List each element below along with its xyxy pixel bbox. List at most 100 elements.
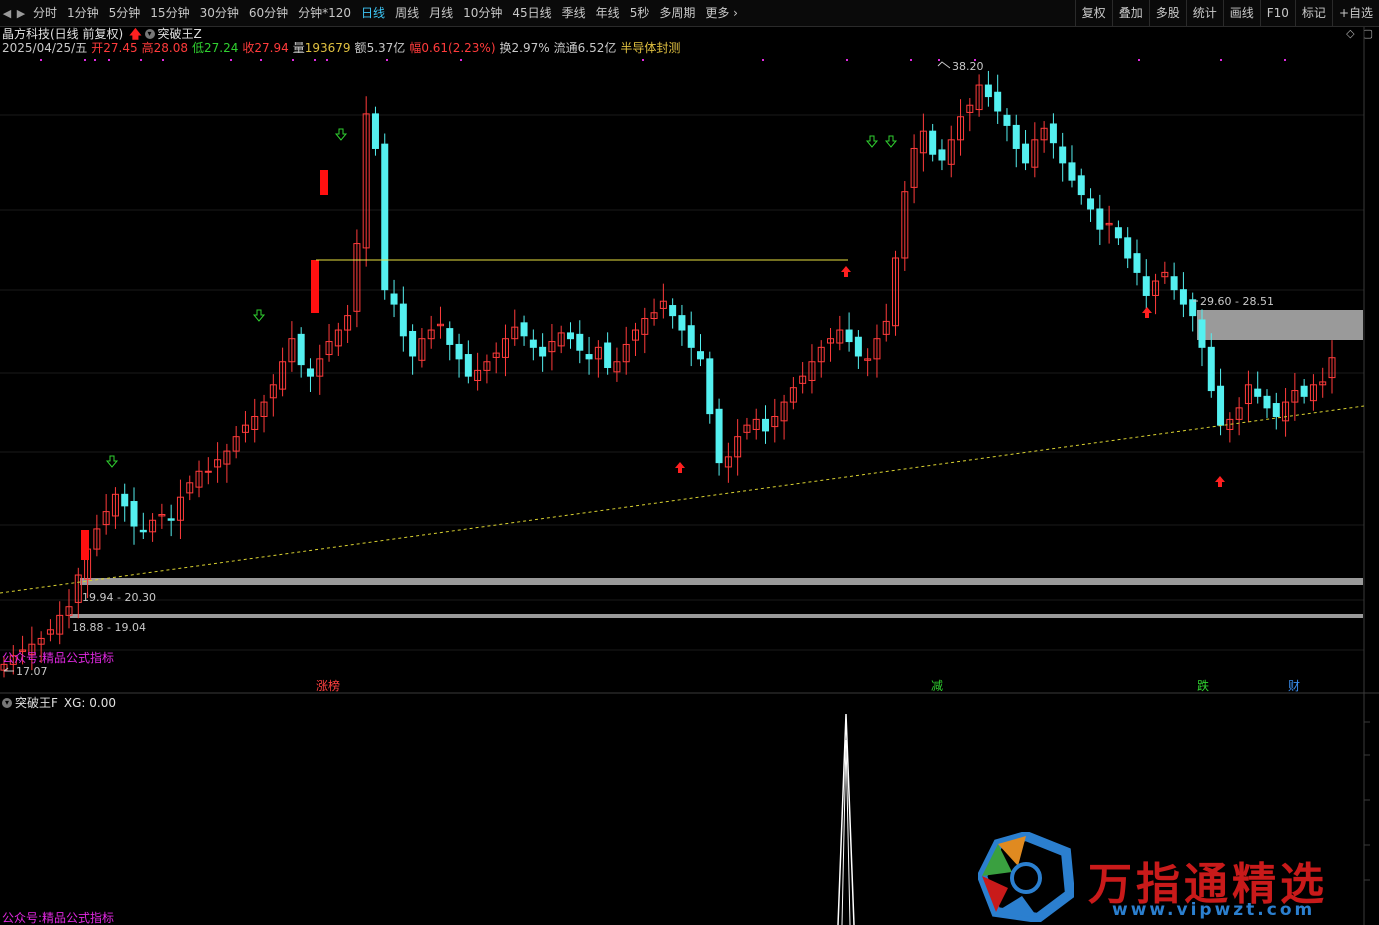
candle xyxy=(1087,188,1095,222)
sub-indicator-name[interactable]: 突破王F xyxy=(15,696,58,710)
trend-line xyxy=(0,405,1365,594)
candle-body xyxy=(845,329,853,343)
candle-body xyxy=(139,529,147,533)
signal-dot xyxy=(230,59,232,61)
candle xyxy=(455,333,463,378)
candle xyxy=(223,443,231,483)
candle-body xyxy=(1300,385,1308,397)
candle xyxy=(74,567,82,619)
candle xyxy=(752,408,760,440)
candle xyxy=(371,106,379,156)
candle-body xyxy=(1217,385,1225,426)
candle xyxy=(251,398,259,443)
candle xyxy=(56,601,64,645)
candle-body xyxy=(297,333,305,366)
candle xyxy=(641,307,649,354)
candle xyxy=(520,315,528,346)
main-watermark-text: 公众号:精品公式指标 xyxy=(2,650,114,665)
candle xyxy=(334,322,342,356)
candle-body xyxy=(539,346,547,357)
candle xyxy=(659,283,667,319)
candle-body xyxy=(455,343,463,360)
candle-body xyxy=(1003,114,1011,126)
candle xyxy=(1254,371,1262,404)
candle-body xyxy=(687,325,695,348)
buy-arrow-icon xyxy=(1142,307,1152,318)
candle xyxy=(1235,397,1243,436)
event-marker[interactable]: 减 xyxy=(931,679,943,693)
candle xyxy=(1142,259,1150,312)
signal-dot xyxy=(910,59,912,61)
signal-dot xyxy=(292,59,294,61)
sell-arrow-icon xyxy=(865,135,879,148)
candle xyxy=(1309,374,1317,411)
candle xyxy=(762,405,770,444)
candle-body xyxy=(669,305,677,317)
candle-body xyxy=(167,518,175,521)
candle xyxy=(1096,194,1104,246)
candle xyxy=(427,315,435,349)
candle xyxy=(566,322,574,349)
candle xyxy=(288,321,296,372)
candle-body xyxy=(390,293,398,305)
candle-body xyxy=(697,351,705,360)
signal-dot xyxy=(326,59,328,61)
sub-indicator-dropdown-icon[interactable]: ▾ xyxy=(2,698,12,708)
candle-body xyxy=(446,328,454,345)
event-marker[interactable]: 跌 xyxy=(1197,678,1209,693)
kline-chart[interactable]: 38.20 29.60 - 28.51 19.94 - 20.30 18.88 - 1… xyxy=(0,0,1379,925)
signal-dot xyxy=(108,59,110,61)
candle xyxy=(464,340,472,384)
candle xyxy=(1263,389,1271,418)
candle xyxy=(325,323,333,362)
support-zone-2 xyxy=(70,614,1363,618)
event-marker[interactable]: 涨榜 xyxy=(316,678,340,693)
candle xyxy=(501,324,509,377)
candle xyxy=(631,322,639,356)
candle xyxy=(436,306,444,339)
candle xyxy=(446,321,454,361)
candle xyxy=(799,362,807,394)
candle xyxy=(186,475,194,501)
candle-body xyxy=(715,408,723,464)
candle xyxy=(297,327,305,378)
signal-dot xyxy=(386,59,388,61)
candle xyxy=(836,315,844,351)
resistance-zone-label: 29.60 - 28.51 xyxy=(1200,295,1274,308)
support-zone-1 xyxy=(80,578,1363,585)
candle-body xyxy=(529,339,537,348)
candle xyxy=(1272,392,1280,430)
candle xyxy=(1114,220,1122,246)
candle xyxy=(938,139,946,171)
candle-body xyxy=(409,330,417,357)
candle xyxy=(576,320,584,364)
signal-dot xyxy=(84,59,86,61)
signal-dot xyxy=(94,59,96,61)
candle xyxy=(102,494,110,535)
candle-body xyxy=(1254,388,1262,397)
buy-arrow-icon xyxy=(675,462,685,473)
candle xyxy=(1328,340,1336,394)
candle xyxy=(1077,168,1085,205)
brand-logo xyxy=(976,830,1076,924)
sub-watermark-text: 公众号:精品公式指标 xyxy=(2,910,114,925)
candle xyxy=(594,340,602,378)
candle-body xyxy=(1170,276,1178,291)
signal-dot xyxy=(1138,59,1140,61)
candle xyxy=(362,96,370,267)
breakout-bar xyxy=(311,260,319,313)
candle xyxy=(1170,262,1178,300)
candle-body xyxy=(706,358,714,415)
candle xyxy=(585,336,593,375)
candle xyxy=(994,74,1002,124)
candle xyxy=(548,323,556,371)
sell-arrow-icon xyxy=(334,128,348,141)
candle-body xyxy=(576,333,584,351)
candle xyxy=(622,326,630,375)
candle xyxy=(1161,261,1169,284)
candle xyxy=(260,394,268,433)
candle xyxy=(715,398,723,476)
candle xyxy=(613,347,621,382)
candle xyxy=(539,333,547,372)
event-marker[interactable]: 财 xyxy=(1288,679,1300,693)
